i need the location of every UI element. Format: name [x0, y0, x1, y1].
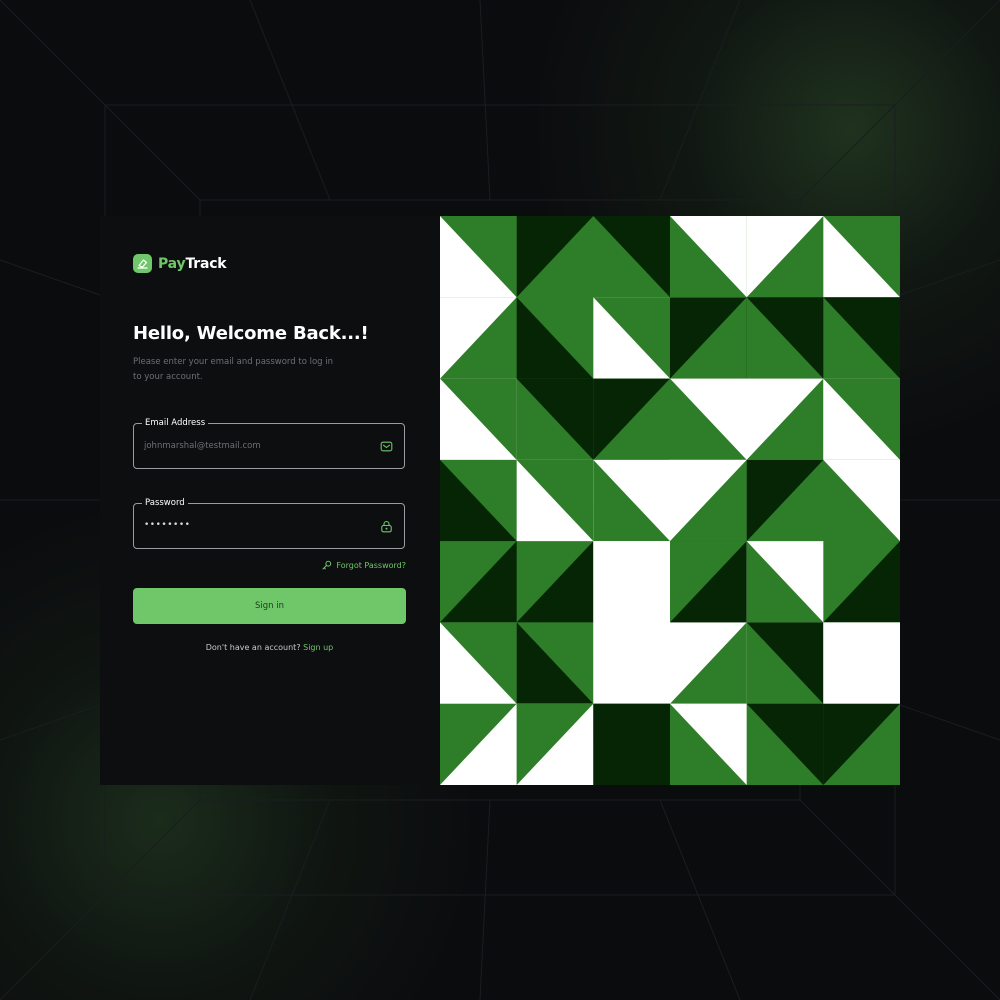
password-value[interactable]: ••••••••	[144, 519, 190, 531]
mail-icon	[380, 441, 393, 452]
login-screen: PayTrack Hello, Welcome Back...! Please …	[0, 0, 1000, 1000]
forgot-password-label: Forgot Password?	[336, 560, 406, 570]
brand-name: PayTrack	[158, 255, 227, 272]
email-field[interactable]: Email Address johnmarshal@testmail.com	[133, 417, 405, 469]
email-label: Email Address	[142, 417, 209, 429]
password-label: Password	[142, 497, 188, 509]
page-title: Hello, Welcome Back...!	[133, 323, 369, 344]
lock-icon	[381, 520, 392, 533]
sign-in-button[interactable]: Sign in	[133, 588, 406, 624]
sign-up-link[interactable]: Sign up	[303, 643, 333, 652]
key-icon	[322, 560, 332, 570]
signup-prompt: Don't have an account?	[205, 643, 301, 652]
forgot-password-link[interactable]: Forgot Password?	[322, 560, 406, 570]
page-subtitle: Please enter your email and password to …	[133, 357, 334, 382]
wallet-icon	[133, 254, 152, 273]
pattern-illustration	[440, 216, 900, 785]
brand-logo[interactable]: PayTrack	[133, 254, 227, 273]
geometric-pattern	[440, 216, 900, 785]
signup-row: Don't have an account? Sign up	[133, 643, 406, 652]
password-field[interactable]: Password ••••••••	[133, 497, 405, 549]
email-value[interactable]: johnmarshal@testmail.com	[144, 440, 261, 452]
